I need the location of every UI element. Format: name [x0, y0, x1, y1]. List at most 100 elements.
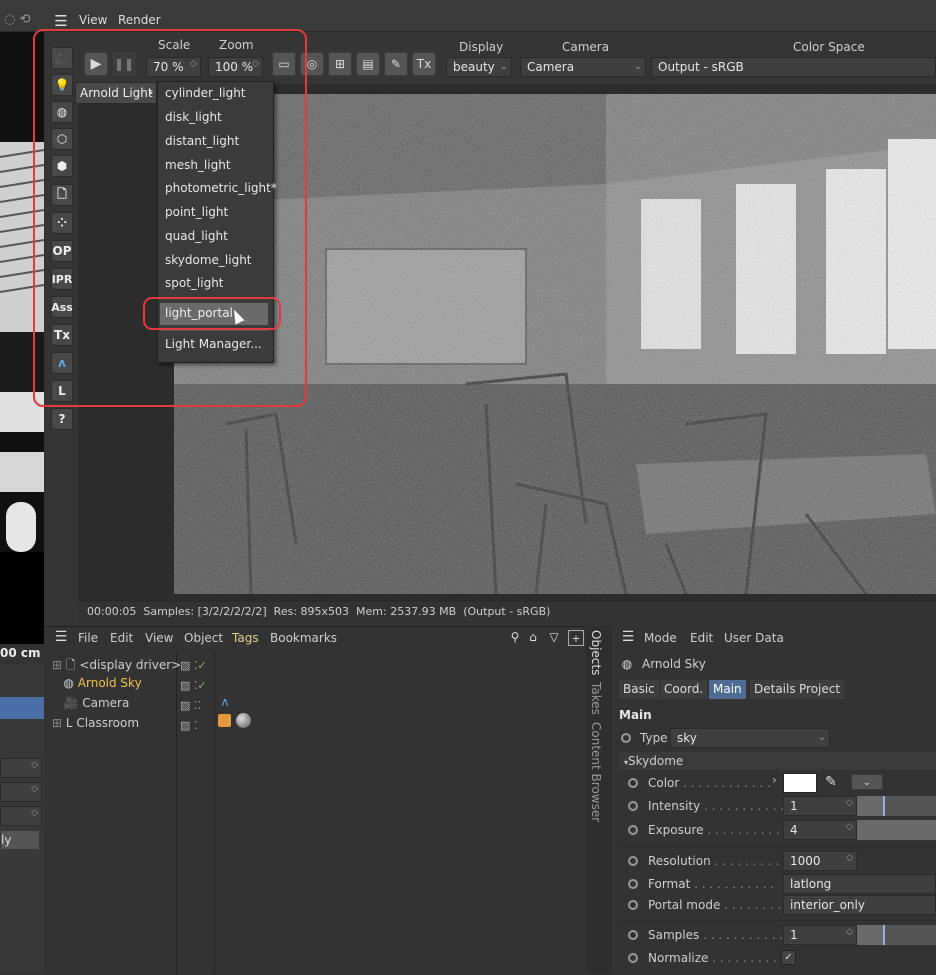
normalize-label-text: Normalize [648, 951, 709, 965]
arnold-tag-icon[interactable]: ʌ [218, 695, 232, 709]
type-select[interactable]: sky ⌄ [670, 728, 830, 748]
type-radio[interactable] [621, 733, 631, 743]
camera-select[interactable]: Camera ⌄ [520, 57, 646, 77]
resolution-radio[interactable] [628, 856, 638, 866]
tx-button-label: Tx [416, 57, 432, 71]
om-menu-bookmarks[interactable]: Bookmarks [270, 631, 337, 645]
portal-mode-label: Portal mode . . . . . . . . [648, 898, 782, 912]
object-row-classroom[interactable]: ⊞ L Classroom [52, 716, 139, 730]
exposure-slider[interactable] [857, 820, 936, 840]
om-hamburger-icon[interactable]: ☰ [53, 629, 69, 645]
picker-button[interactable]: ✎ [384, 52, 408, 76]
tab-details[interactable]: Details [750, 680, 800, 699]
tab-basic[interactable]: Basic [619, 680, 659, 699]
colorspace-label: Color Space [793, 40, 865, 54]
intensity-radio[interactable] [628, 801, 638, 811]
chevron-right-icon[interactable]: › [772, 773, 777, 787]
left-tool-icons[interactable] [0, 697, 44, 719]
am-menu-edit[interactable]: Edit [690, 631, 713, 645]
left-only-label: ly [1, 833, 12, 847]
resolution-value: 1000 [790, 854, 821, 868]
filter-icon[interactable]: ▽ [547, 630, 561, 644]
format-value: latlong [790, 877, 832, 891]
object-row-display-driver[interactable]: ⊞ 🗋 <display driver> [52, 656, 181, 677]
format-label: Format . . . . . . . . . . . [648, 877, 775, 891]
samples-slider[interactable] [857, 925, 936, 945]
om-menu-edit[interactable]: Edit [110, 631, 133, 645]
display-select[interactable]: beauty ⌄ [446, 57, 512, 77]
om-menu-view[interactable]: View [145, 631, 173, 645]
samples-label-text: Samples [648, 928, 700, 942]
new-view-icon[interactable]: + [568, 630, 584, 646]
visibility-row-4[interactable]: ▨ ⁚ [180, 716, 212, 736]
colorspace-select[interactable]: Output - sRGB [651, 57, 936, 77]
samples-slider-fill [857, 925, 885, 945]
am-hamburger-icon[interactable]: ☰ [620, 629, 636, 645]
visibility-row-1[interactable]: ▨ ⁚✓ [180, 656, 212, 676]
object-row-arnold-sky[interactable]: ◍ Arnold Sky [52, 676, 141, 690]
tab-project[interactable]: Project [795, 680, 845, 699]
crop-button[interactable]: ▤ [356, 52, 380, 76]
visibility-column[interactable]: ▨ ⁚✓ ▨ ⁚✓ ▨ ⁚⁚ ▨ ⁚ [180, 656, 212, 736]
eyedropper-icon[interactable]: ✎ [822, 773, 840, 791]
annotation-outline-toolbar [33, 29, 307, 407]
left-field-3[interactable]: ◇ [0, 806, 42, 826]
visibility-row-2[interactable]: ▨ ⁚✓ [180, 676, 212, 696]
status-text: 00:00:05 Samples: [3/2/2/2/2/2] Res: 895… [87, 605, 551, 618]
color-radio[interactable] [628, 778, 638, 788]
layers-button[interactable]: ⊞ [328, 52, 352, 76]
tx-button[interactable]: Tx [412, 52, 436, 76]
normalize-checkbox[interactable]: ✓ [781, 950, 796, 965]
colorspace-value: Output - sRGB [658, 60, 744, 74]
color-label: Color . . . . . . . . . . . . [648, 776, 771, 790]
left-field-1[interactable]: ◇ [0, 758, 42, 778]
display-driver-label: <display driver> [79, 658, 182, 672]
exposure-field[interactable]: 4 ◇ [783, 820, 857, 840]
search-icon[interactable]: ⚲ [508, 630, 522, 644]
intensity-slider[interactable] [857, 796, 936, 816]
material-tag-icon[interactable] [218, 714, 231, 727]
camera-object-icon: 🎥 [63, 696, 79, 710]
side-tab-objects[interactable]: Objects [589, 630, 603, 675]
format-radio[interactable] [628, 879, 638, 889]
normalize-radio[interactable] [628, 953, 638, 963]
portal-mode-radio[interactable] [628, 900, 638, 910]
display-value: beauty [453, 60, 495, 74]
om-menu-tags[interactable]: Tags [232, 631, 259, 645]
color-swatch[interactable] [783, 773, 817, 793]
help-label: ? [58, 412, 66, 426]
color-options-button[interactable]: ⌄ [851, 774, 883, 790]
material-sphere-icon[interactable] [236, 713, 251, 728]
left-only-button[interactable]: ly [0, 830, 40, 850]
portal-mode-select[interactable]: interior_only [783, 895, 936, 915]
skydome-group-header[interactable]: ▾Skydome [619, 752, 936, 770]
exposure-label: Exposure . . . . . . . . . . . [648, 823, 788, 837]
left-viewport-bottom [0, 552, 44, 644]
left-field-2[interactable]: ◇ [0, 782, 42, 802]
tab-coord[interactable]: Coord. [660, 680, 708, 699]
side-tab-takes[interactable]: Takes [589, 682, 603, 715]
am-menu-user-data[interactable]: User Data [724, 631, 784, 645]
samples-radio[interactable] [628, 930, 638, 940]
menu-render[interactable]: Render [118, 13, 161, 27]
samples-field[interactable]: 1 ◇ [783, 925, 857, 945]
tab-main[interactable]: Main [709, 680, 746, 699]
display-label: Display [459, 40, 504, 54]
exposure-radio[interactable] [628, 825, 638, 835]
intensity-field[interactable]: 1 ◇ [783, 796, 857, 816]
object-row-camera[interactable]: 🎥 Camera [52, 696, 129, 710]
visibility-row-3[interactable]: ▨ ⁚⁚ [180, 696, 212, 716]
side-tab-content-browser[interactable]: Content Browser [589, 722, 603, 822]
expand-icon[interactable]: ⊞ [52, 716, 62, 730]
menu-view[interactable]: View [79, 13, 107, 27]
resolution-field[interactable]: 1000 ◇ [783, 851, 857, 871]
om-menu-object[interactable]: Object [184, 631, 223, 645]
hamburger-icon[interactable]: ☰ [53, 12, 69, 30]
expand-icon[interactable]: ⊞ [52, 658, 62, 672]
intensity-value: 1 [790, 799, 798, 813]
home-icon[interactable]: ⌂ [526, 630, 540, 644]
om-menu-file[interactable]: File [78, 631, 98, 645]
am-menu-mode[interactable]: Mode [644, 631, 677, 645]
help-button[interactable]: ? [51, 408, 73, 430]
format-select[interactable]: latlong [783, 874, 936, 894]
